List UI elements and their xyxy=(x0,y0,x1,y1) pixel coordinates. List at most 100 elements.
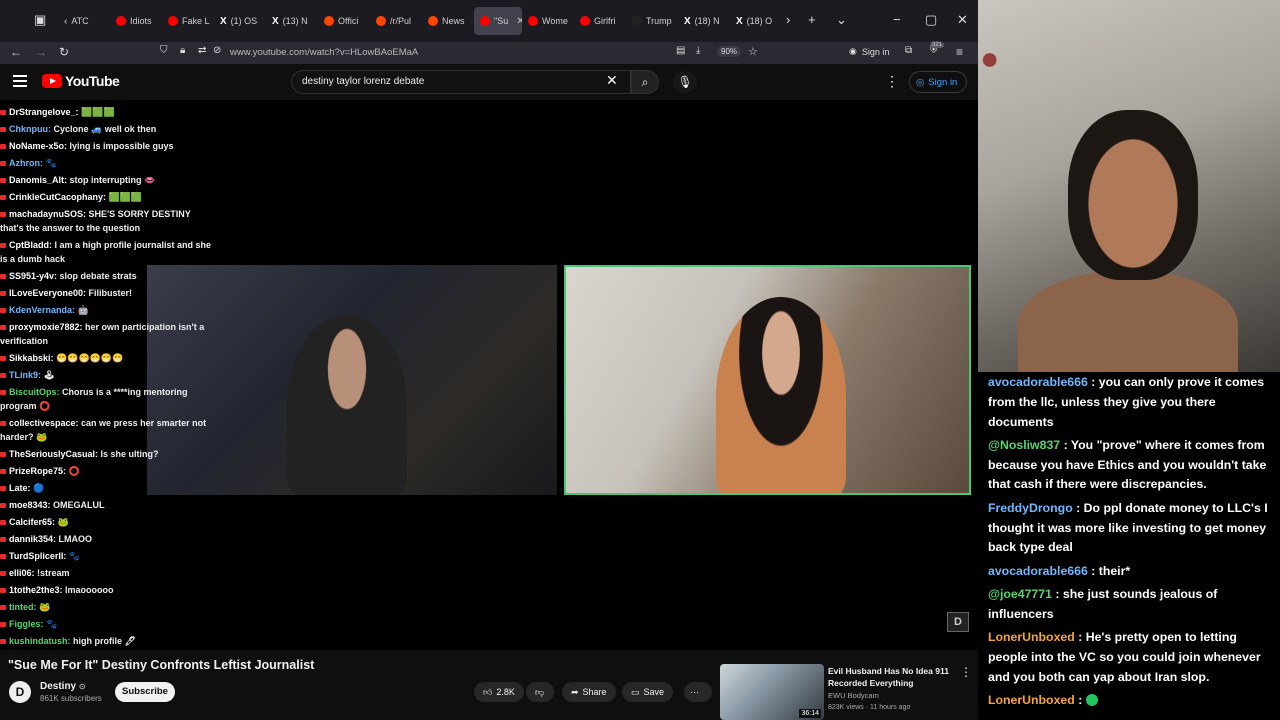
forward-icon[interactable]: → xyxy=(35,45,47,59)
browser-tab[interactable]: Fake L xyxy=(162,7,214,35)
tab-overview-icon[interactable]: ▣ xyxy=(34,12,46,28)
chat-text: 🐾 xyxy=(43,619,58,629)
tab-favicon-icon xyxy=(480,16,490,26)
thumbs-down-icon: 👎︎ xyxy=(535,686,545,697)
chat-message: Azhron: 🐾 xyxy=(0,155,212,172)
download-icon[interactable]: ⤓ xyxy=(696,45,700,56)
chat-message: CptBladd: I am a high profile journalist… xyxy=(0,237,212,268)
shield-icon[interactable]: ⛉ xyxy=(160,45,168,56)
channel-avatar[interactable]: D xyxy=(9,681,31,703)
tab-label: Trump xyxy=(646,16,672,26)
youtube-sign-in-button[interactable]: ◎ Sign in xyxy=(909,71,967,93)
platform-icon xyxy=(0,212,6,217)
subscribe-button[interactable]: Subscribe xyxy=(115,682,175,702)
browser-tab[interactable]: Wome xyxy=(522,7,574,35)
reload-icon[interactable]: ↻ xyxy=(59,45,69,59)
like-count: 2.8K xyxy=(496,687,515,697)
browser-tab[interactable]: News xyxy=(422,7,474,35)
chat-username: kushindatush: xyxy=(9,636,71,646)
chat-username: Azhron: xyxy=(9,158,43,168)
browser-tab[interactable]: Trump xyxy=(626,7,678,35)
close-window-icon[interactable]: ✕ xyxy=(957,12,968,28)
chat-username: NoName-x5o: xyxy=(9,141,68,151)
recommended-thumbnail[interactable]: 36:14 xyxy=(720,664,824,720)
like-button[interactable]: 👍︎ 2.8K xyxy=(474,682,524,702)
chat-text: lying is impossible guys xyxy=(67,141,174,151)
browser-tab[interactable]: X (1) OS xyxy=(214,7,266,35)
more-actions-button[interactable]: ··· xyxy=(684,682,712,702)
app-menu-icon[interactable]: ≡ xyxy=(956,45,963,59)
reader-view-icon[interactable]: ▤ xyxy=(676,45,685,56)
settings-kebab-icon[interactable]: ⋮ xyxy=(885,73,899,90)
tab-label: ATC xyxy=(71,16,89,26)
camera-off-icon[interactable]: ⊘ xyxy=(213,45,221,56)
minimize-icon[interactable]: − xyxy=(893,12,901,27)
recommended-kebab-icon[interactable]: ⋮ xyxy=(960,665,972,679)
browser-tab[interactable]: /r/Pul xyxy=(370,7,422,35)
chat-message: CrinkleCutCacophany: 🟩🟩🟩 xyxy=(0,189,212,206)
chat-message: Sikkabski: 😁😁😁😁😁😁 xyxy=(0,350,212,367)
chat-message: TLink9: 🕹 xyxy=(0,367,212,384)
clear-search-icon[interactable]: ✕ xyxy=(606,72,618,89)
chat-text: 🤖 xyxy=(75,305,89,315)
tab-label: Girlfri xyxy=(594,16,616,26)
chat-username: LonerUnboxed xyxy=(988,692,1079,707)
search-input[interactable]: destiny taylor lorenz debate xyxy=(291,70,631,94)
new-tab-icon[interactable]: + xyxy=(808,12,816,27)
tab-favicon-icon: ‹ xyxy=(64,15,68,27)
chat-message: BiscuitOps: Chorus is a ****ing mentorin… xyxy=(0,384,212,415)
chat-username: Sikkabski: xyxy=(9,353,54,363)
voice-search-button[interactable]: 🎙︎ xyxy=(673,71,697,93)
lock-icon[interactable]: 🔒︎ xyxy=(180,45,185,56)
channel-name[interactable]: Destiny ⊙ xyxy=(40,681,86,692)
maximize-icon[interactable]: ▢ xyxy=(925,12,937,28)
browser-tab[interactable]: X (18) N xyxy=(678,7,730,35)
youtube-play-icon xyxy=(42,74,62,88)
tab-scroll-right-icon[interactable]: › xyxy=(786,12,790,27)
chat-username: PrizeRope75: xyxy=(9,466,67,476)
save-button[interactable]: ▭ Save xyxy=(622,682,674,702)
chat-message: tinted: 🐸 xyxy=(0,599,212,616)
chat-text: 😁😁😁😁😁😁 xyxy=(53,353,124,363)
tab-label: "Su xyxy=(494,16,509,26)
browser-tab[interactable]: ‹ ATC xyxy=(58,7,110,35)
tab-favicon-icon: X xyxy=(736,15,743,27)
chat-username: machadaynuSOS: xyxy=(9,209,87,219)
channel-watermark[interactable]: D xyxy=(947,612,969,632)
platform-icon xyxy=(0,178,6,183)
address-bar[interactable]: www.youtube.com/watch?v=HLowBAoEMaA xyxy=(230,47,418,58)
chat-message: @Nosliw837 : You "prove" where it comes … xyxy=(988,436,1274,495)
chat-username: FreddyDrongo xyxy=(988,500,1077,515)
chat-message: Late: 🔵 xyxy=(0,480,212,497)
chat-message: TheSeriouslyCasual: Is she ulting? xyxy=(0,446,212,463)
search-button[interactable]: ⌕ xyxy=(631,70,659,94)
chat-message: avocadorable666 : their* xyxy=(988,562,1274,582)
share-button[interactable]: ➦ Share xyxy=(562,682,616,702)
bookmark-star-icon[interactable]: ☆ xyxy=(748,45,758,58)
chat-username: TurdSplicerII: xyxy=(9,551,67,561)
browser-tab[interactable]: X (13) N xyxy=(266,7,318,35)
chat-username: avocadorable666 xyxy=(988,563,1092,578)
chat-username: TLink9: xyxy=(9,370,42,380)
dislike-button[interactable]: 👎︎ xyxy=(526,682,554,702)
back-icon[interactable]: ← xyxy=(10,45,22,59)
browser-tab[interactable]: "Su ✕ xyxy=(474,7,522,35)
firefox-sign-in[interactable]: ◉ Sign in xyxy=(849,46,889,57)
youtube-logo[interactable]: YouTube xyxy=(42,73,120,89)
tab-label: Idiots xyxy=(130,16,152,26)
tab-list-icon[interactable]: ⌄ xyxy=(836,12,847,28)
zoom-level[interactable]: 90% xyxy=(717,46,742,57)
browser-tab[interactable]: Offici xyxy=(318,7,370,35)
extensions-icon[interactable]: ⧉ xyxy=(905,45,912,56)
platform-icon xyxy=(0,486,6,491)
chat-text: !stream xyxy=(34,568,70,578)
recommended-channel[interactable]: EWU Bodycam xyxy=(828,691,879,700)
browser-tab[interactable]: Idiots xyxy=(110,7,162,35)
hamburger-menu-icon[interactable] xyxy=(13,75,27,87)
recommended-title[interactable]: Evil Husband Has No Idea 911 Recorded Ev… xyxy=(828,665,953,689)
chat-text: stop interrupting 👄 xyxy=(67,175,156,185)
save-label: Save xyxy=(643,687,665,697)
browser-tab[interactable]: Girlfri xyxy=(574,7,626,35)
permissions-icon[interactable]: ⇄ xyxy=(198,45,206,56)
browser-tab[interactable]: X (18) O xyxy=(730,7,782,35)
